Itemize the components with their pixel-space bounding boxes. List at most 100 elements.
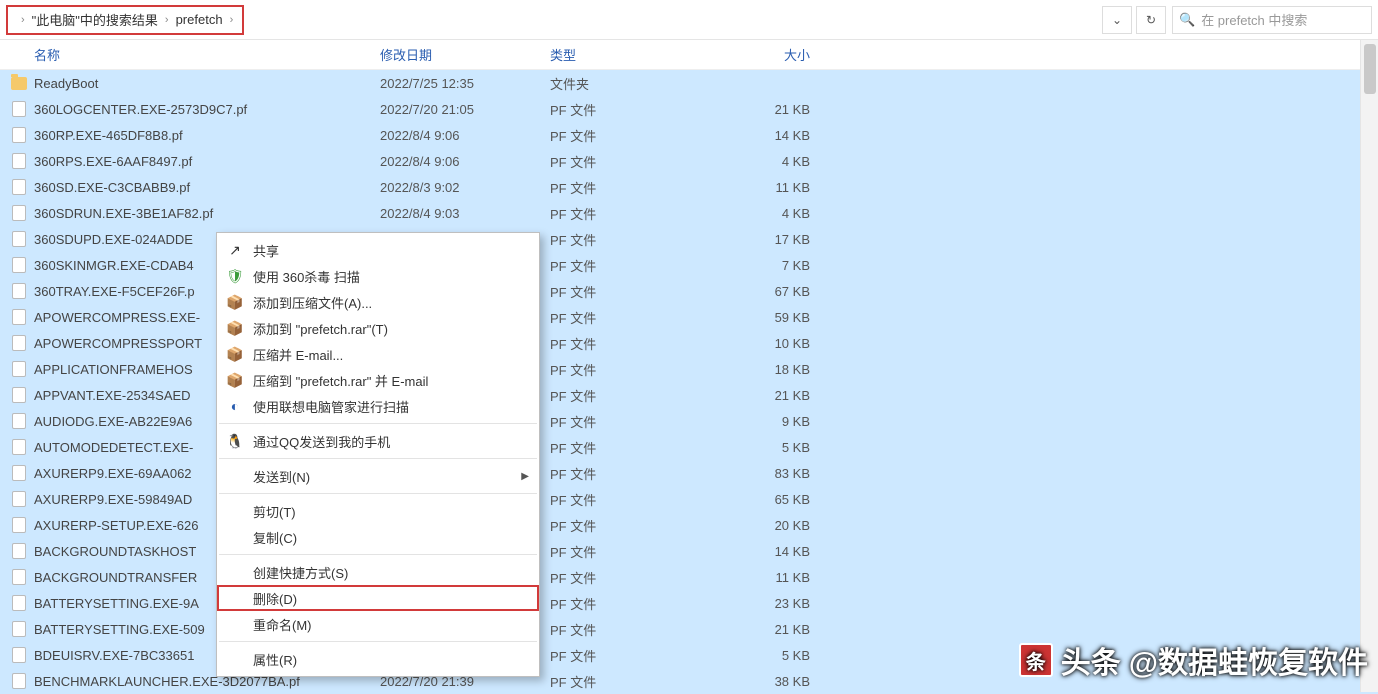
archive-icon: 📦	[225, 292, 245, 312]
table-row[interactable]: BATTERYSETTING.EXE-9APF 文件23 KB	[0, 590, 1378, 616]
table-row[interactable]: AUTOMODEDETECT.EXE-PF 文件5 KB	[0, 434, 1378, 460]
table-row[interactable]: 360RP.EXE-465DF8B8.pf2022/8/4 9:06PF 文件1…	[0, 122, 1378, 148]
column-header-date[interactable]: 修改日期	[380, 45, 550, 64]
breadcrumb[interactable]: › "此电脑"中的搜索结果 › prefetch ›	[6, 5, 244, 35]
menu-copy[interactable]: 复制(C)	[217, 524, 539, 550]
file-size: 83 KB	[710, 466, 820, 481]
breadcrumb-seg2[interactable]: prefetch	[176, 12, 223, 27]
share-icon: ↗	[225, 240, 245, 260]
menu-add-archive[interactable]: 📦 添加到压缩文件(A)...	[217, 289, 539, 315]
search-placeholder: 在 prefetch 中搜索	[1201, 10, 1307, 29]
file-icon	[10, 490, 28, 508]
lenovo-icon: ◐	[225, 396, 245, 416]
blank-icon	[225, 588, 245, 608]
menu-qq-send[interactable]: 🐧 通过QQ发送到我的手机	[217, 428, 539, 454]
file-icon	[10, 126, 28, 144]
watermark-prefix: 头条	[1061, 638, 1121, 682]
table-row[interactable]: AXURERP-SETUP.EXE-626PF 文件20 KB	[0, 512, 1378, 538]
menu-add-prefetch-rar[interactable]: 📦 添加到 "prefetch.rar"(T)	[217, 315, 539, 341]
table-row[interactable]: 360SDRUN.EXE-3BE1AF82.pf2022/8/4 9:03PF …	[0, 200, 1378, 226]
table-row[interactable]: 360RPS.EXE-6AAF8497.pf2022/8/4 9:06PF 文件…	[0, 148, 1378, 174]
file-list: ReadyBoot2022/7/25 12:35文件夹360LOGCENTER.…	[0, 70, 1378, 694]
file-size: 14 KB	[710, 544, 820, 559]
file-icon	[10, 308, 28, 326]
file-icon	[10, 646, 28, 664]
address-bar: › "此电脑"中的搜索结果 › prefetch › ⌄ ↻ 🔍 在 prefe…	[0, 0, 1378, 40]
file-name: 360SD.EXE-C3CBABB9.pf	[34, 180, 380, 195]
table-row[interactable]: 360TRAY.EXE-F5CEF26F.pPF 文件67 KB	[0, 278, 1378, 304]
scrollbar-thumb[interactable]	[1364, 44, 1376, 94]
table-row[interactable]: AXURERP9.EXE-59849ADPF 文件65 KB	[0, 486, 1378, 512]
table-row[interactable]: BACKGROUNDTASKHOSTPF 文件14 KB	[0, 538, 1378, 564]
table-row[interactable]: APOWERCOMPRESSPORTPF 文件10 KB	[0, 330, 1378, 356]
table-row[interactable]: APOWERCOMPRESS.EXE-PF 文件59 KB	[0, 304, 1378, 330]
history-dropdown-button[interactable]: ⌄	[1102, 6, 1132, 34]
menu-properties[interactable]: 属性(R)	[217, 646, 539, 672]
file-type: PF 文件	[550, 438, 710, 457]
file-size: 10 KB	[710, 336, 820, 351]
file-type: PF 文件	[550, 542, 710, 561]
file-size: 67 KB	[710, 284, 820, 299]
table-row[interactable]: APPLICATIONFRAMEHOSPF 文件18 KB	[0, 356, 1378, 382]
file-size: 4 KB	[710, 206, 820, 221]
file-type: PF 文件	[550, 152, 710, 171]
file-date: 2022/8/3 9:02	[380, 180, 550, 195]
file-type: PF 文件	[550, 516, 710, 535]
menu-separator	[219, 423, 537, 424]
search-input[interactable]: 🔍 在 prefetch 中搜索	[1172, 6, 1372, 34]
menu-rename[interactable]: 重命名(M)	[217, 611, 539, 637]
file-type: PF 文件	[550, 178, 710, 197]
file-date: 2022/8/4 9:03	[380, 206, 550, 221]
file-size: 11 KB	[710, 180, 820, 195]
file-size: 23 KB	[710, 596, 820, 611]
table-row[interactable]: BACKGROUNDTRANSFERPF 文件11 KB	[0, 564, 1378, 590]
file-type: PF 文件	[550, 568, 710, 587]
file-type: PF 文件	[550, 672, 710, 691]
menu-compress-email[interactable]: 📦 压缩并 E-mail...	[217, 341, 539, 367]
file-type: PF 文件	[550, 490, 710, 509]
column-header-name[interactable]: 名称	[10, 45, 380, 64]
file-date: 2022/7/20 21:05	[380, 102, 550, 117]
file-type: PF 文件	[550, 620, 710, 639]
file-type: PF 文件	[550, 204, 710, 223]
vertical-scrollbar[interactable]	[1360, 40, 1378, 692]
blank-icon	[225, 562, 245, 582]
blank-icon	[225, 527, 245, 547]
file-size: 38 KB	[710, 674, 820, 689]
archive-icon: 📦	[225, 370, 245, 390]
menu-scan-360[interactable]: 🛡 使用 360杀毒 扫描	[217, 263, 539, 289]
file-icon	[10, 360, 28, 378]
file-date: 2022/8/4 9:06	[380, 128, 550, 143]
table-row[interactable]: 360SKINMGR.EXE-CDAB4PF 文件7 KB	[0, 252, 1378, 278]
menu-send-to[interactable]: 发送到(N) ▶	[217, 463, 539, 489]
table-row[interactable]: APPVANT.EXE-2534SAEDPF 文件21 KB	[0, 382, 1378, 408]
menu-lenovo-scan[interactable]: ◐ 使用联想电脑管家进行扫描	[217, 393, 539, 419]
breadcrumb-seg1[interactable]: "此电脑"中的搜索结果	[32, 10, 158, 29]
file-type: 文件夹	[550, 74, 710, 93]
column-header-size[interactable]: 大小	[710, 45, 820, 64]
menu-compress-prefetch-email[interactable]: 📦 压缩到 "prefetch.rar" 并 E-mail	[217, 367, 539, 393]
file-type: PF 文件	[550, 464, 710, 483]
column-header-type[interactable]: 类型	[550, 45, 710, 64]
menu-separator	[219, 458, 537, 459]
menu-delete[interactable]: 删除(D)	[217, 585, 539, 611]
menu-share[interactable]: ↗ 共享	[217, 237, 539, 263]
table-row[interactable]: 360SDUPD.EXE-024ADDEPF 文件17 KB	[0, 226, 1378, 252]
file-size: 5 KB	[710, 440, 820, 455]
file-icon	[10, 230, 28, 248]
file-type: PF 文件	[550, 386, 710, 405]
chevron-right-icon: ›	[18, 14, 28, 26]
menu-create-shortcut[interactable]: 创建快捷方式(S)	[217, 559, 539, 585]
file-name: 360RPS.EXE-6AAF8497.pf	[34, 154, 380, 169]
table-row[interactable]: AXURERP9.EXE-69AA062PF 文件83 KB	[0, 460, 1378, 486]
file-size: 5 KB	[710, 648, 820, 663]
blank-icon	[225, 466, 245, 486]
table-row[interactable]: ReadyBoot2022/7/25 12:35文件夹	[0, 70, 1378, 96]
table-row[interactable]: 360LOGCENTER.EXE-2573D9C7.pf2022/7/20 21…	[0, 96, 1378, 122]
table-row[interactable]: AUDIODG.EXE-AB22E9A6PF 文件9 KB	[0, 408, 1378, 434]
menu-cut[interactable]: 剪切(T)	[217, 498, 539, 524]
file-type: PF 文件	[550, 126, 710, 145]
table-row[interactable]: 360SD.EXE-C3CBABB9.pf2022/8/3 9:02PF 文件1…	[0, 174, 1378, 200]
refresh-button[interactable]: ↻	[1136, 6, 1166, 34]
context-menu: ↗ 共享 🛡 使用 360杀毒 扫描 📦 添加到压缩文件(A)... 📦 添加到…	[216, 232, 540, 677]
